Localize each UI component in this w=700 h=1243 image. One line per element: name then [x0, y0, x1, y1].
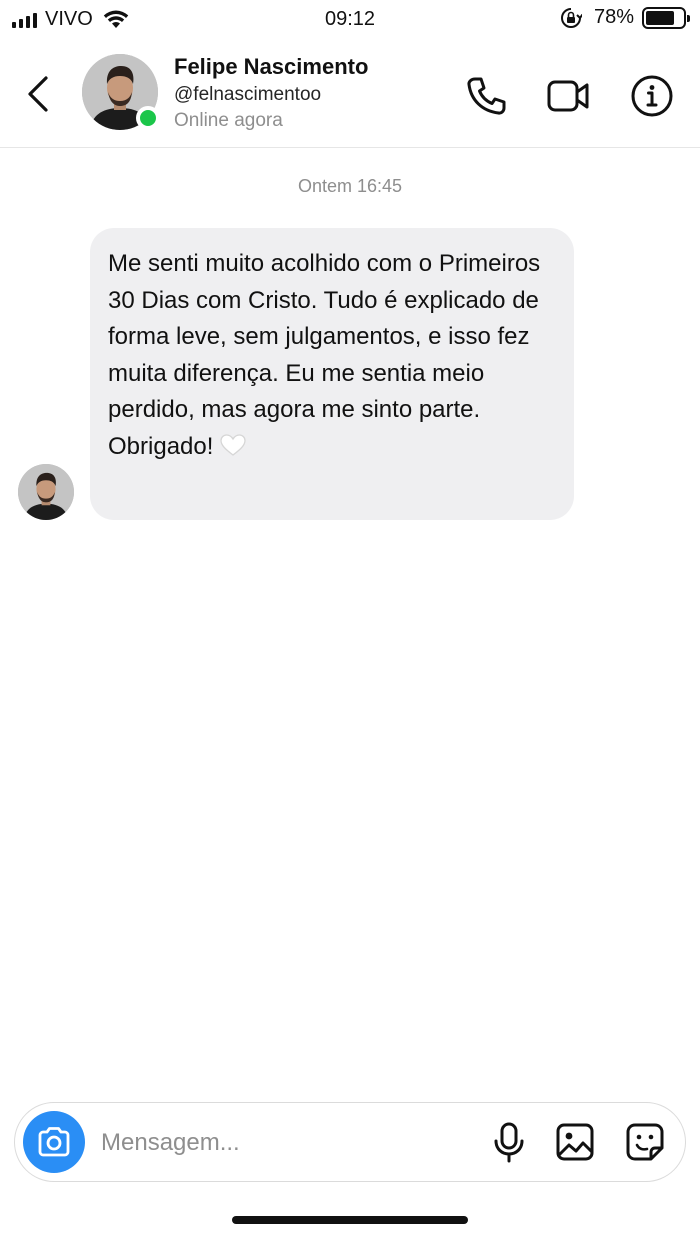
- battery-percent: 78%: [593, 6, 634, 28]
- camera-button[interactable]: [23, 1111, 85, 1173]
- info-icon[interactable]: [630, 74, 674, 118]
- message-bubble[interactable]: Me senti muito acolhido com o Primeiros …: [90, 228, 574, 520]
- contact-username: @felnascimentoo: [174, 84, 322, 105]
- battery-fill: [646, 10, 675, 25]
- sticker-icon[interactable]: [625, 1121, 665, 1163]
- header-avatar[interactable]: [82, 54, 160, 130]
- status-bar: VIVO 09:12 78%: [0, 0, 700, 40]
- message-avatar[interactable]: [18, 464, 74, 520]
- contact-status: Online agora: [174, 110, 283, 131]
- chat-header: Felipe Nascimento @felnascimentoo Online…: [0, 40, 700, 148]
- status-right: 78%: [560, 6, 690, 29]
- camera-icon: [38, 1127, 70, 1157]
- back-icon[interactable]: [20, 68, 56, 120]
- message-timestamp: Ontem 16:45: [297, 176, 403, 196]
- gallery-icon[interactable]: [555, 1121, 595, 1163]
- message-text: Me senti muito acolhido com o Primeiros …: [108, 250, 541, 460]
- online-indicator: [136, 106, 160, 130]
- person-photo-icon: [18, 464, 74, 520]
- message-input[interactable]: [101, 1123, 461, 1163]
- contact-name: Felipe Nascimento: [174, 54, 369, 79]
- message-composer: [14, 1102, 686, 1182]
- phone-icon[interactable]: [464, 74, 508, 118]
- white-heart-icon: [220, 433, 247, 456]
- microphone-icon[interactable]: [489, 1121, 529, 1163]
- orientation-lock-icon: [561, 7, 582, 28]
- video-icon[interactable]: [546, 74, 590, 118]
- header-text[interactable]: Felipe Nascimento @felnascimentoo Online…: [174, 52, 368, 134]
- battery-icon: [642, 6, 690, 29]
- home-indicator[interactable]: [232, 1216, 468, 1224]
